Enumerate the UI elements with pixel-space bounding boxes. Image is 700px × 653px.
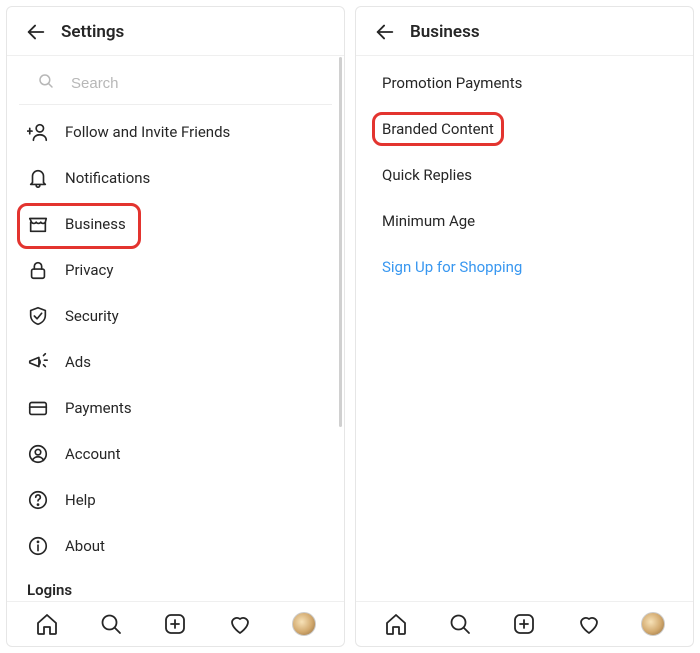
- settings-screen: Settings Follow and Invite Friends Notif…: [6, 6, 345, 647]
- page-title: Business: [410, 22, 480, 42]
- settings-item-privacy[interactable]: Privacy: [7, 247, 344, 293]
- settings-item-security[interactable]: Security: [7, 293, 344, 339]
- item-label: Help: [65, 491, 96, 509]
- back-icon[interactable]: [25, 21, 47, 43]
- home-icon[interactable]: [384, 612, 408, 636]
- settings-item-ads[interactable]: Ads: [7, 339, 344, 385]
- activity-icon[interactable]: [577, 612, 601, 636]
- item-label: Minimum Age: [382, 212, 475, 230]
- business-item-shopping[interactable]: Sign Up for Shopping: [356, 244, 693, 290]
- search-input[interactable]: [69, 74, 314, 93]
- settings-item-business[interactable]: Business: [7, 201, 344, 247]
- item-label: Quick Replies: [382, 166, 472, 184]
- help-icon: [27, 489, 49, 511]
- search-tab-icon[interactable]: [448, 612, 472, 636]
- search-row[interactable]: [19, 62, 332, 105]
- settings-item-invite[interactable]: Follow and Invite Friends: [7, 109, 344, 155]
- item-label: Payments: [65, 399, 132, 417]
- profile-avatar[interactable]: [292, 612, 316, 636]
- profile-avatar[interactable]: [641, 612, 665, 636]
- lock-icon: [27, 259, 49, 281]
- business-item-quick-replies[interactable]: Quick Replies: [356, 152, 693, 198]
- item-label: About: [65, 537, 105, 555]
- item-label: Promotion Payments: [382, 74, 522, 92]
- storefront-icon: [27, 213, 49, 235]
- business-item-promotion-payments[interactable]: Promotion Payments: [356, 60, 693, 106]
- bell-icon: [27, 167, 49, 189]
- header: Settings: [7, 7, 344, 56]
- user-circle-icon: [27, 443, 49, 465]
- new-post-icon[interactable]: [163, 612, 187, 636]
- settings-item-about[interactable]: About: [7, 523, 344, 569]
- business-item-minimum-age[interactable]: Minimum Age: [356, 198, 693, 244]
- activity-icon[interactable]: [228, 612, 252, 636]
- item-label: Notifications: [65, 169, 150, 187]
- item-label: Follow and Invite Friends: [65, 123, 230, 141]
- item-label: Ads: [65, 353, 91, 371]
- settings-item-notifications[interactable]: Notifications: [7, 155, 344, 201]
- search-icon: [37, 72, 55, 94]
- item-label: Sign Up for Shopping: [382, 258, 522, 276]
- item-label: Account: [65, 445, 121, 463]
- settings-item-payments[interactable]: Payments: [7, 385, 344, 431]
- business-list: Promotion Payments Branded Content Quick…: [356, 56, 693, 601]
- add-user-icon: [27, 121, 49, 143]
- page-title: Settings: [61, 22, 124, 42]
- credit-card-icon: [27, 397, 49, 419]
- settings-item-account[interactable]: Account: [7, 431, 344, 477]
- header: Business: [356, 7, 693, 56]
- back-icon[interactable]: [374, 21, 396, 43]
- home-icon[interactable]: [35, 612, 59, 636]
- item-label: Branded Content: [382, 120, 494, 138]
- item-label: Privacy: [65, 261, 113, 279]
- megaphone-icon: [27, 351, 49, 373]
- settings-list: Follow and Invite Friends Notifications …: [7, 105, 344, 601]
- item-label: Security: [65, 307, 119, 325]
- business-item-branded-content[interactable]: Branded Content: [356, 106, 693, 152]
- shield-icon: [27, 305, 49, 327]
- bottom-nav: [356, 601, 693, 646]
- settings-item-help[interactable]: Help: [7, 477, 344, 523]
- new-post-icon[interactable]: [512, 612, 536, 636]
- section-logins: Logins: [7, 569, 344, 601]
- business-screen: Business Promotion Payments Branded Cont…: [355, 6, 694, 647]
- item-label: Business: [65, 215, 126, 233]
- info-icon: [27, 535, 49, 557]
- search-tab-icon[interactable]: [99, 612, 123, 636]
- bottom-nav: [7, 601, 344, 646]
